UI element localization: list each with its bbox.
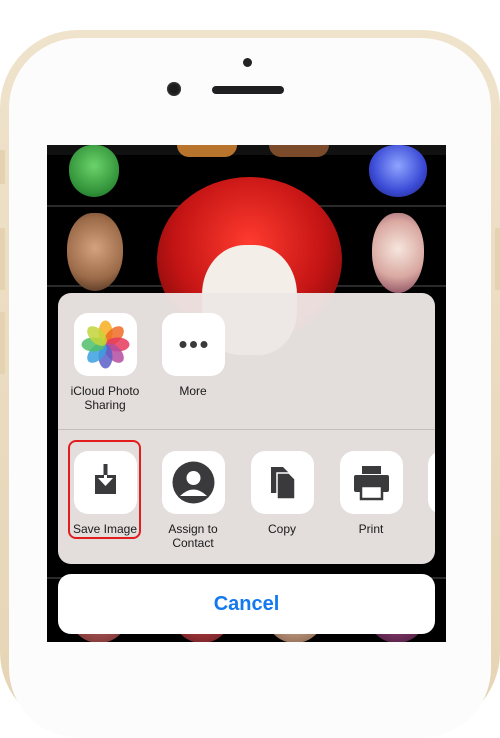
front-camera	[167, 82, 181, 96]
action-label: Print	[358, 522, 384, 536]
mute-switch	[0, 150, 5, 184]
action-label: Copy	[267, 522, 296, 536]
cancel-button[interactable]: Cancel	[58, 574, 435, 634]
green-mask-thumbnail	[69, 145, 119, 197]
more-icon	[161, 313, 225, 376]
share-app-label: More	[179, 384, 207, 398]
earpiece-speaker	[212, 86, 284, 94]
save-image-highlight	[68, 440, 141, 539]
power-button	[495, 228, 500, 290]
top-strip-thumbnail	[177, 145, 237, 157]
top-strip-thumbnail-2	[269, 145, 329, 157]
volume-up-button	[0, 228, 5, 290]
action-assign-to-contact[interactable]: Assign to Contact	[147, 451, 239, 550]
proximity-sensor	[243, 58, 252, 67]
action-label: iC	[413, 522, 435, 536]
man-mask-thumbnail	[67, 213, 123, 291]
volume-down-button	[0, 312, 5, 374]
contact-icon	[161, 451, 225, 514]
partial-action-icon	[427, 451, 435, 514]
print-icon	[339, 451, 403, 514]
share-apps-row: iCloud Photo Sharing More	[58, 293, 435, 429]
share-app-icloud-photo-sharing[interactable]: iCloud Photo Sharing	[59, 313, 151, 412]
clown-mask-thumbnail-top	[369, 145, 427, 197]
share-app-more[interactable]: More	[147, 313, 239, 398]
action-partial[interactable]: iC	[413, 451, 435, 536]
painted-mask-thumbnail	[372, 213, 424, 293]
share-app-label: iCloud Photo Sharing	[70, 384, 140, 412]
action-copy[interactable]: Copy	[236, 451, 328, 536]
action-label: Assign to Contact	[168, 522, 218, 550]
photos-icon	[73, 313, 137, 376]
action-print[interactable]: Print	[325, 451, 417, 536]
copy-icon	[250, 451, 314, 514]
